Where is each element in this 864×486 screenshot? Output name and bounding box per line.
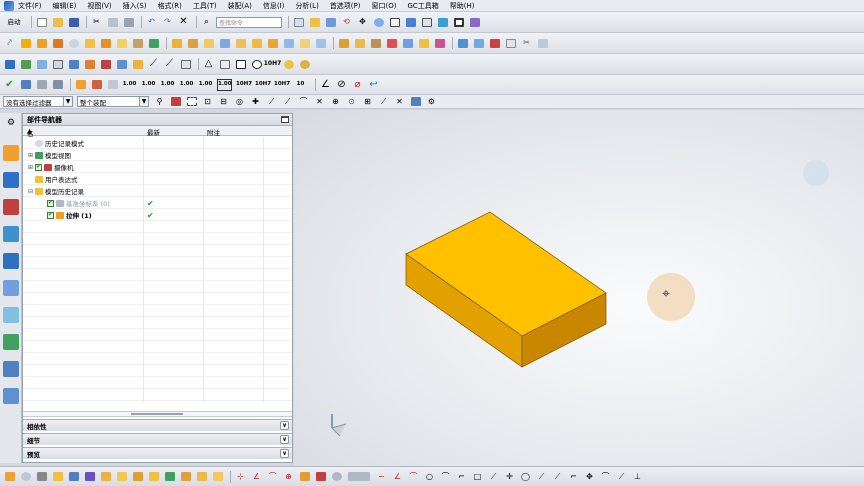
sketch-dimension-icon[interactable]: [99, 471, 112, 483]
sketch-chamfer-icon[interactable]: [211, 471, 224, 483]
nx-application-window: { "menu": ["文件(F)","编辑(E)","视图(V)","插入(S…: [0, 0, 864, 486]
sketch-finish-icon[interactable]: [3, 471, 16, 483]
sketch-poly2-icon[interactable]: ⟋: [487, 471, 500, 483]
sketch-profile-line-icon[interactable]: ∠: [391, 471, 404, 483]
sketch-trim-icon[interactable]: ⟋: [535, 471, 548, 483]
sketch-ellipse-icon[interactable]: [330, 471, 343, 483]
sketch-conic-icon[interactable]: ∽: [375, 471, 388, 483]
sketch-rectangle-icon[interactable]: [346, 471, 372, 483]
sketch-polygon-icon[interactable]: [298, 471, 311, 483]
sketch-project-icon[interactable]: [163, 471, 176, 483]
sketch-corner2-icon[interactable]: ⌐: [567, 471, 580, 483]
sketch-mirror-icon[interactable]: [147, 471, 160, 483]
sketch-tangent-icon[interactable]: ⟋: [615, 471, 628, 483]
cursor-highlight: [647, 273, 695, 321]
sketch-fillet2-icon[interactable]: ⌒: [599, 471, 612, 483]
sketch-round-icon[interactable]: ⌒: [439, 471, 452, 483]
sketch-extend-icon[interactable]: ⟋: [551, 471, 564, 483]
sketch-cross-icon[interactable]: ✛: [503, 471, 516, 483]
model-graphics: [331, 211, 607, 437]
sketch-ellipse2-icon[interactable]: ◯: [519, 471, 532, 483]
sketch-line-icon[interactable]: ∠: [250, 471, 263, 483]
sketch-perp-icon[interactable]: ⊥: [631, 471, 644, 483]
sketch-pattern-icon[interactable]: [131, 471, 144, 483]
sketch-constraint-icon[interactable]: [83, 471, 96, 483]
sketch-reattach-icon[interactable]: [35, 471, 48, 483]
sketch-offset-icon[interactable]: [115, 471, 128, 483]
sketch-circle2-icon[interactable]: ○: [423, 471, 436, 483]
sketch-intersect-icon[interactable]: [179, 471, 192, 483]
sketch-orient-icon[interactable]: [19, 471, 32, 483]
sketch-arc2-icon[interactable]: ⌒: [407, 471, 420, 483]
sketch-move-icon[interactable]: ✥: [583, 471, 596, 483]
sketch-rect2-icon[interactable]: □: [471, 471, 484, 483]
sketch-spline-icon[interactable]: [314, 471, 327, 483]
sketch-circle-icon[interactable]: ⊕: [282, 471, 295, 483]
sketch-corner-icon[interactable]: ⌐: [455, 471, 468, 483]
sketch-update-icon[interactable]: [51, 471, 64, 483]
sketch-arc-icon[interactable]: ⌒: [266, 471, 279, 483]
sketch-profile-icon[interactable]: [67, 471, 80, 483]
sketch-toolbar-bottom: ⊹ ∠ ⌒ ⊕ ∽ ∠ ⌒ ○ ⌒ ⌐ □ ⟋ ✛ ◯ ⟋ ⟋ ⌐ ✥ ⌒ ⟋ …: [0, 466, 864, 486]
sketch-point-icon[interactable]: ⊹: [234, 471, 247, 483]
wcs-triad-icon: [331, 414, 347, 437]
crosshair-cursor-icon: ⌖: [662, 286, 670, 302]
sketch-fillet-icon[interactable]: [195, 471, 208, 483]
